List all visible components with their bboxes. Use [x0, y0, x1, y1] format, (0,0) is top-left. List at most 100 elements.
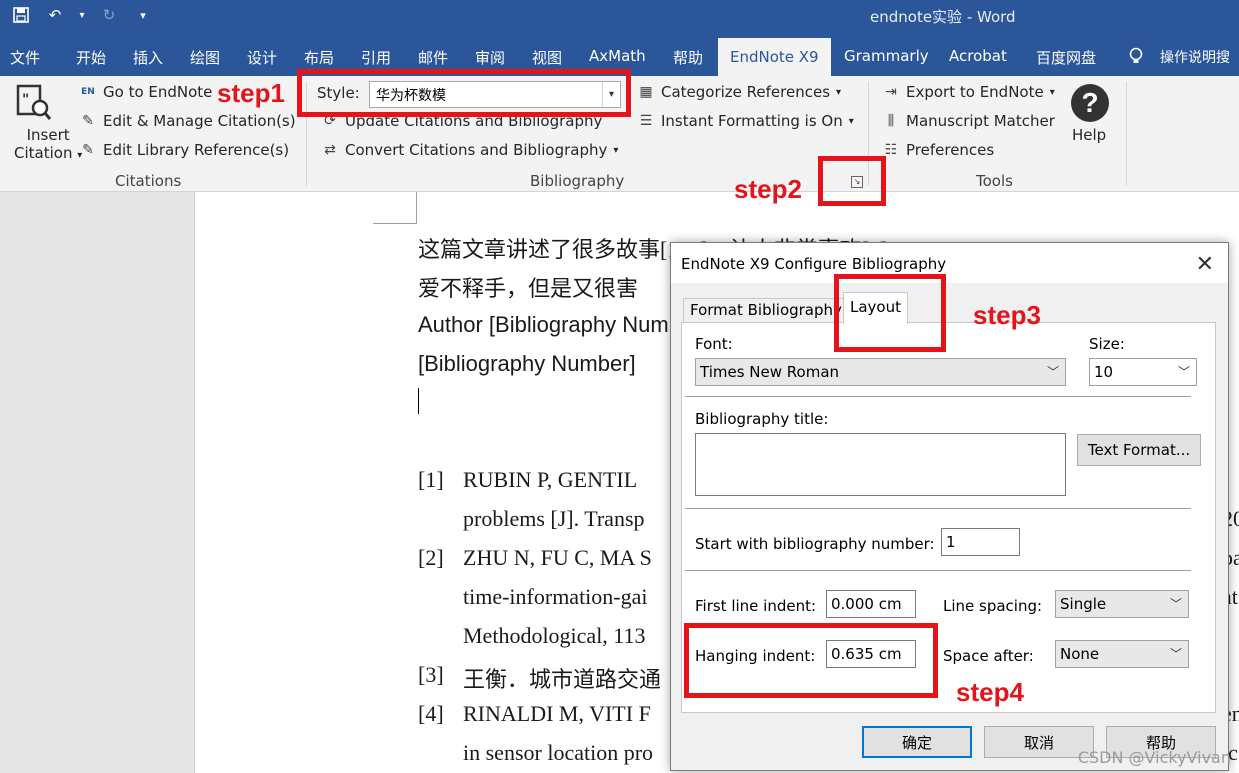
- tab-axmath[interactable]: AxMath: [589, 47, 646, 65]
- size-label: Size:: [1089, 335, 1125, 353]
- line-spacing-label: Line spacing:: [943, 597, 1043, 615]
- ref-text[interactable]: RUBIN P, GENTIL: [463, 467, 637, 493]
- doc-field-line[interactable]: Author [Bibliography Num: [418, 312, 669, 338]
- insert-citation-button[interactable]: Insert Citation ▾: [14, 126, 82, 162]
- group-separator: [1126, 82, 1127, 186]
- save-icon[interactable]: [10, 4, 32, 26]
- space-after-select[interactable]: None ﹀: [1055, 640, 1189, 668]
- categorize-references-button[interactable]: ▦ Categorize References ▾: [637, 83, 841, 101]
- chevron-down-icon: ﹀: [1169, 597, 1182, 611]
- step2-annotation: step2: [734, 174, 802, 204]
- insert-citation-label-2: Citation ▾: [14, 144, 83, 162]
- line-spacing-select[interactable]: Single ﹀: [1055, 590, 1189, 618]
- tab-design[interactable]: 设计: [247, 47, 277, 68]
- tab-draw[interactable]: 绘图: [190, 47, 220, 68]
- step3-highlight: [834, 274, 946, 352]
- tab-grammarly[interactable]: Grammarly: [844, 47, 929, 65]
- start-number-label: Start with bibliography number:: [695, 535, 935, 553]
- step2-highlight: [818, 156, 886, 206]
- svg-text:": ": [22, 92, 29, 108]
- manuscript-label: Manuscript Matcher: [906, 112, 1055, 130]
- first-line-indent-input[interactable]: 0.000 cm: [826, 590, 916, 618]
- tab-references[interactable]: 引用: [361, 47, 391, 68]
- ok-button[interactable]: 确定: [862, 726, 972, 758]
- dialog-title: EndNote X9 Configure Bibliography: [681, 255, 947, 273]
- edit-library-reference-button[interactable]: ✎ Edit Library Reference(s): [79, 141, 289, 159]
- chevron-down-icon: ▾: [1049, 86, 1055, 98]
- undo-icon[interactable]: ↶: [44, 4, 66, 26]
- word-window: ↶ ▾ ↻ ▾ endnote实验 - Word 文件 开始 插入 绘图 设计 …: [0, 0, 1239, 773]
- bibliography-title-textarea[interactable]: [695, 433, 1066, 496]
- size-select[interactable]: 10 ﹀: [1089, 358, 1197, 386]
- redo-icon[interactable]: ↻: [98, 4, 120, 26]
- tools-group-label: Tools: [976, 172, 1013, 190]
- ref-text[interactable]: RINALDI M, VITI F: [463, 701, 651, 727]
- manuscript-matcher-button[interactable]: ⫼ Manuscript Matcher: [882, 112, 1055, 130]
- tab-endnote[interactable]: EndNote X9: [718, 38, 831, 76]
- tab-mailings[interactable]: 邮件: [418, 47, 448, 68]
- tab-home[interactable]: 开始: [76, 47, 106, 68]
- ref-text[interactable]: time-information-gai: [463, 584, 648, 610]
- instant-formatting-label: Instant Formatting is On: [661, 112, 843, 130]
- ref-text[interactable]: ZHU N, FU C, MA S: [463, 545, 652, 571]
- edit-library-icon: ✎: [82, 142, 94, 158]
- text-format-button[interactable]: Text Format...: [1077, 434, 1201, 466]
- help-button-label[interactable]: Help: [1072, 126, 1106, 144]
- tab-help[interactable]: 帮助: [673, 47, 703, 68]
- step4-highlight: [684, 623, 938, 698]
- doc-field-line[interactable]: [Bibliography Number]: [418, 351, 636, 377]
- font-label: Font:: [695, 335, 733, 353]
- edit-manage-label: Edit & Manage Citation(s): [103, 112, 296, 130]
- chevron-down-icon: ▾: [613, 144, 619, 156]
- undo-dropdown-icon[interactable]: ▾: [78, 4, 86, 26]
- tab-file[interactable]: 文件: [10, 47, 40, 68]
- export-label: Export to EndNote: [906, 83, 1044, 101]
- ref-text[interactable]: problems [J]. Transp: [463, 506, 645, 532]
- dialog-title-bar[interactable]: EndNote X9 Configure Bibliography ✕: [671, 243, 1228, 283]
- customize-qat-icon[interactable]: ▾: [132, 4, 154, 26]
- ref-text[interactable]: 王衡．城市道路交通: [463, 662, 661, 694]
- preferences-label: Preferences: [906, 141, 995, 159]
- tab-view[interactable]: 视图: [532, 47, 562, 68]
- preferences-button[interactable]: ☷ Preferences: [882, 141, 995, 159]
- tab-tell-me[interactable]: 操作说明搜: [1160, 47, 1230, 67]
- go-to-endnote-button[interactable]: EN Go to EndNote: [79, 83, 212, 101]
- ref-number: [4]: [418, 701, 444, 726]
- tab-baidu[interactable]: 百度网盘: [1036, 47, 1096, 68]
- export-to-endnote-button[interactable]: ⇥ Export to EndNote ▾: [882, 83, 1055, 101]
- start-number-input[interactable]: 1: [941, 528, 1020, 556]
- first-line-indent-label: First line indent:: [695, 597, 817, 615]
- divider: [685, 570, 1191, 572]
- ref-text[interactable]: in sensor location pro: [463, 740, 653, 766]
- doc-paragraph-line[interactable]: 爱不释手，但是又很害: [418, 271, 638, 303]
- tab-layout[interactable]: 布局: [304, 47, 334, 68]
- tab-review[interactable]: 审阅: [475, 47, 505, 68]
- tab-acrobat[interactable]: Acrobat: [949, 47, 1007, 65]
- tab-format-bibliography[interactable]: Format Bibliography: [683, 298, 849, 324]
- divider: [685, 508, 1191, 510]
- font-select[interactable]: Times New Roman ﹀: [695, 358, 1066, 386]
- categorize-icon: ▦: [639, 84, 653, 100]
- convert-citations-icon: ⇄: [324, 142, 336, 158]
- chevron-down-icon: ▾: [848, 115, 854, 127]
- window-title: endnote实验 - Word: [870, 8, 1016, 26]
- text-cursor: [418, 388, 419, 414]
- bibliography-title-label: Bibliography title:: [695, 410, 829, 428]
- close-icon[interactable]: ✕: [1196, 251, 1214, 277]
- bibliography-group-label: Bibliography: [530, 172, 625, 190]
- title-bar: ↶ ▾ ↻ ▾ endnote实验 - Word: [0, 0, 1239, 30]
- citations-group-label: Citations: [115, 172, 182, 190]
- edit-manage-citations-button[interactable]: ✎ Edit & Manage Citation(s): [79, 112, 296, 130]
- lightbulb-icon[interactable]: [1128, 47, 1144, 69]
- line-spacing-value: Single: [1060, 595, 1107, 613]
- step3-annotation: step3: [973, 300, 1041, 330]
- tab-insert[interactable]: 插入: [133, 47, 163, 68]
- convert-citations-button[interactable]: ⇄ Convert Citations and Bibliography ▾: [321, 141, 618, 159]
- font-value: Times New Roman: [700, 363, 840, 381]
- instant-formatting-button[interactable]: ☰ Instant Formatting is On ▾: [637, 112, 854, 130]
- endnote-logo-icon: EN: [81, 87, 95, 97]
- manuscript-matcher-icon: ⫼: [887, 113, 895, 129]
- ref-text[interactable]: Methodological, 113: [463, 623, 646, 649]
- help-icon[interactable]: ?: [1071, 84, 1109, 122]
- space-after-label: Space after:: [943, 647, 1034, 665]
